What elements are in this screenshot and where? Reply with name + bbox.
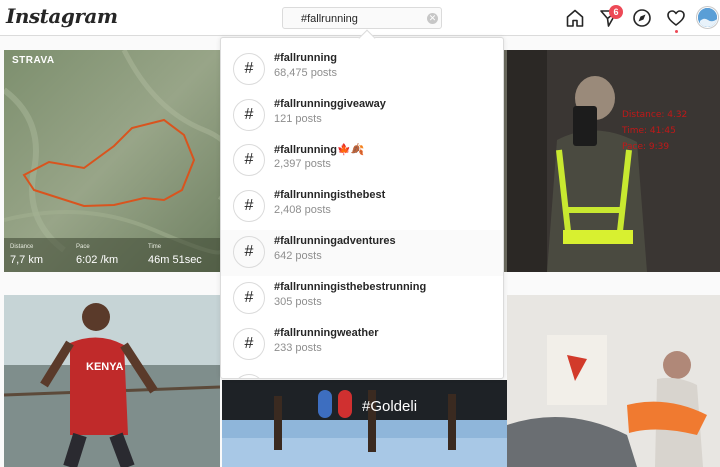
suggestion-post-count: 121 posts xyxy=(274,113,322,125)
profile-avatar[interactable] xyxy=(697,7,718,28)
run-stats-overlay: Distance: 4.32 xyxy=(622,110,688,120)
hashtag-icon: # xyxy=(233,282,265,314)
suggestion-tag: #fallrunning xyxy=(274,52,337,64)
suggestion-tag: #fallrunninggiveaway xyxy=(274,98,386,110)
suggestion-item[interactable]: # #fallrunning 68,475 posts xyxy=(221,47,503,93)
strava-stat-label: Time xyxy=(148,244,162,250)
suggestion-post-count: 68,475 posts xyxy=(274,67,337,79)
suggestion-item[interactable]: # #fallrunningisthebestrunning 305 posts xyxy=(221,276,503,322)
suggestion-item[interactable]: # #fallrunninggiveaway 121 posts xyxy=(221,93,503,139)
post-strava-map[interactable]: STRAVA Distance 7,7 km Pace 6:02 /km Tim… xyxy=(4,50,220,272)
suggestion-item[interactable]: # #fallrunningweather 233 posts xyxy=(221,322,503,368)
search-box[interactable]: ✕ xyxy=(282,7,442,29)
post-runner-kenya[interactable]: KENYA xyxy=(4,295,220,467)
notification-badge: 6 xyxy=(609,5,623,19)
strava-stat-label: Pace xyxy=(76,244,90,250)
hashtag-icon xyxy=(233,374,265,378)
suggestion-tag: #fallrunningweather xyxy=(274,327,379,339)
search-input[interactable] xyxy=(301,10,421,27)
hashtag-icon: # xyxy=(233,190,265,222)
activity-heart-icon[interactable] xyxy=(666,8,686,28)
run-stats-overlay: Pace: 9:39 xyxy=(622,142,670,152)
run-stats-overlay: Time: 41:45 xyxy=(622,126,676,136)
suggestion-post-count: 2,408 posts xyxy=(274,204,331,216)
suggestion-item[interactable]: # #fallrunningisthebest 2,408 posts xyxy=(221,184,503,230)
runner-bib-text: KENYA xyxy=(86,361,124,373)
suggestion-post-count: 642 posts xyxy=(274,250,322,262)
suggestion-post-count: 2,397 posts xyxy=(274,158,331,170)
activity-indicator-dot xyxy=(675,30,678,33)
suggestion-tag: #fallrunning🍁🍂 xyxy=(274,144,365,156)
suggestion-tag: #fallrunningisthebestrunning xyxy=(274,281,427,293)
suggestion-item-partial[interactable] xyxy=(221,368,503,378)
home-icon[interactable] xyxy=(565,8,585,28)
banner-text: #Goldeli xyxy=(362,398,418,415)
instagram-logo[interactable]: Instagram xyxy=(6,4,118,28)
post-track-race[interactable]: #Goldeli xyxy=(222,380,507,467)
hashtag-icon: # xyxy=(233,53,265,85)
suggestion-tag: #fallrunningadventures xyxy=(274,235,396,247)
strava-stat-value: 7,7 km xyxy=(10,254,44,266)
suggestion-post-count: 305 posts xyxy=(274,296,322,308)
search-suggestions-dropdown: # #fallrunning 68,475 posts # #fallrunni… xyxy=(220,37,504,379)
suggestion-item-hovered[interactable]: # #fallrunningadventures 642 posts xyxy=(221,230,503,276)
hashtag-icon: # xyxy=(233,236,265,268)
hashtag-icon: # xyxy=(233,328,265,360)
post-shoes[interactable] xyxy=(507,295,720,467)
strava-logo: STRAVA xyxy=(12,55,55,66)
hashtag-icon: # xyxy=(233,99,265,131)
clear-search-icon[interactable]: ✕ xyxy=(427,13,438,24)
strava-stat-label: Distance xyxy=(10,244,34,250)
hashtag-icon: # xyxy=(233,144,265,176)
suggestion-post-count: 233 posts xyxy=(274,342,322,354)
explore-icon[interactable] xyxy=(632,8,652,28)
strava-stat-value: 46m 51sec xyxy=(148,254,202,266)
top-nav-bar: Instagram ✕ 6 xyxy=(0,0,720,36)
strava-stat-value: 6:02 /km xyxy=(76,254,119,266)
suggestion-item[interactable]: # #fallrunning🍁🍂 2,397 posts xyxy=(221,138,503,184)
suggestion-tag: #fallrunningisthebest xyxy=(274,189,386,201)
post-mirror-selfie[interactable]: Distance: 4.32 Time: 41:45 Pace: 9:39 xyxy=(507,50,720,272)
